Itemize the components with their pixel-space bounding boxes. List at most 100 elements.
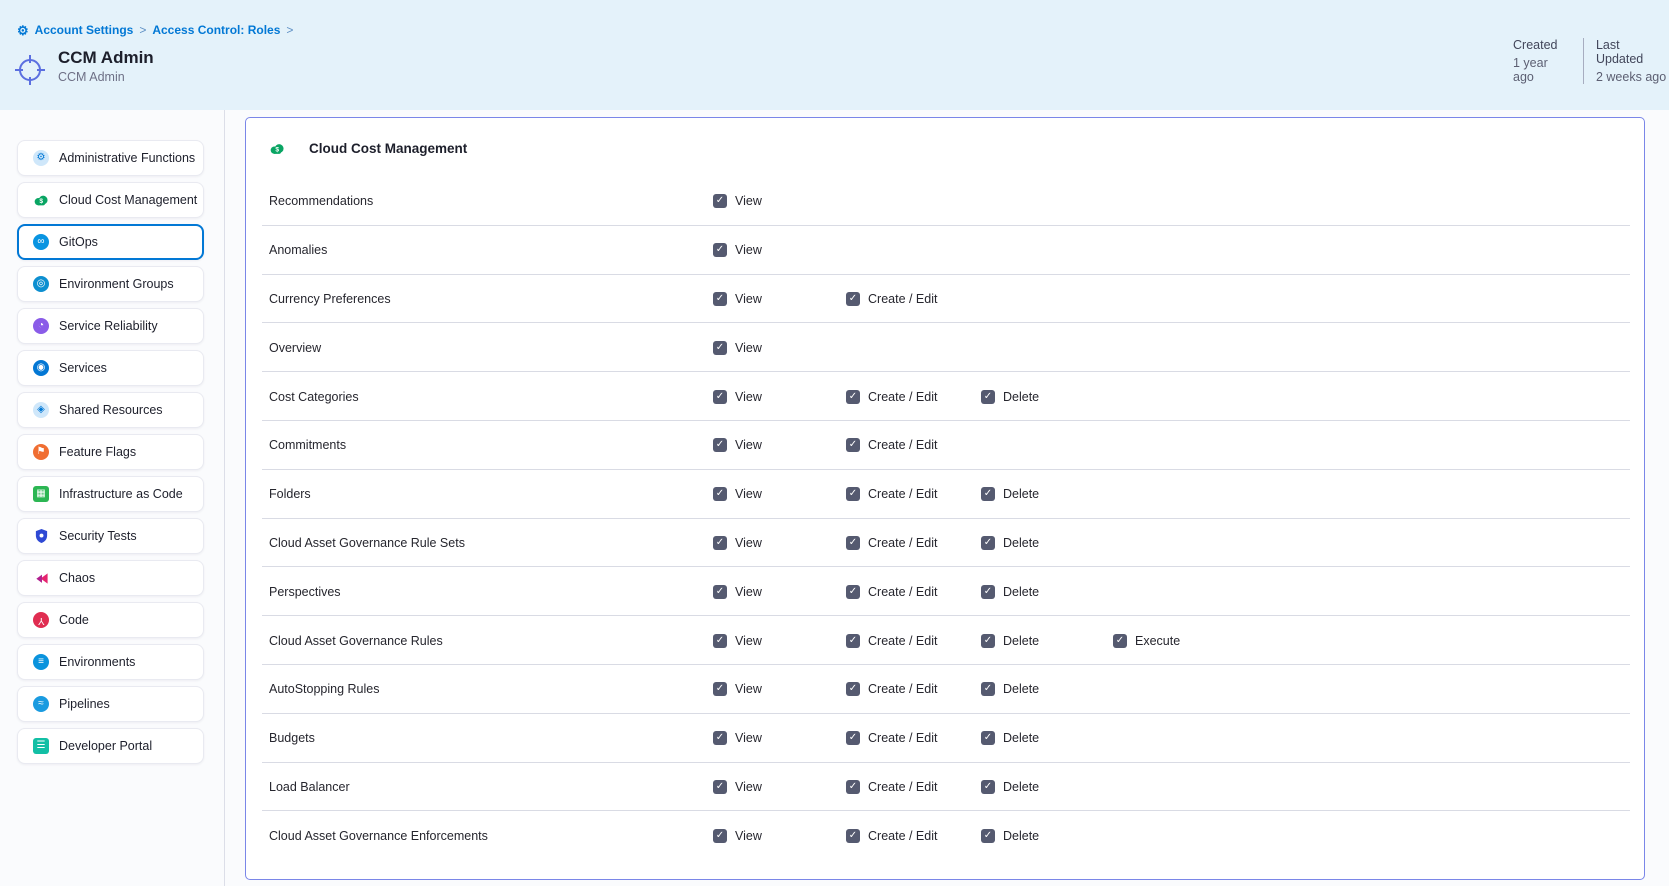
iac-icon: ▦: [33, 486, 49, 502]
sidebar-item-pipelines[interactable]: ≈Pipelines: [17, 686, 204, 722]
checkbox-checked-icon[interactable]: ✓: [713, 682, 727, 696]
checkbox-checked-icon[interactable]: ✓: [846, 731, 860, 745]
checkbox-checked-icon[interactable]: ✓: [713, 536, 727, 550]
checkbox-checked-icon[interactable]: ✓: [713, 829, 727, 843]
permission-label: Create / Edit: [868, 634, 937, 648]
checkbox-checked-icon[interactable]: ✓: [981, 634, 995, 648]
permission-row-autostopping-rules: AutoStopping Rules✓View✓Create / Edit✓De…: [246, 665, 1644, 714]
flag-icon: ⚑: [33, 444, 49, 460]
services-icon: ◉: [33, 360, 49, 376]
permission-label: Create / Edit: [868, 536, 937, 550]
sidebar-item-label: Administrative Functions: [59, 151, 195, 165]
checkbox-checked-icon[interactable]: ✓: [981, 487, 995, 501]
permission-label: Delete: [1003, 780, 1039, 794]
checkbox-checked-icon[interactable]: ✓: [846, 585, 860, 599]
sidebar-item-environments[interactable]: ≡Environments: [17, 644, 204, 680]
resource-name: Currency Preferences: [269, 292, 391, 306]
sidebar-item-cloud-cost-management[interactable]: $Cloud Cost Management: [17, 182, 204, 218]
sidebar-item-code[interactable]: YCode: [17, 602, 204, 638]
permission-label: View: [735, 243, 762, 257]
checkbox-checked-icon[interactable]: ✓: [846, 438, 860, 452]
sidebar-item-label: Services: [59, 361, 107, 375]
sidebar-item-administrative-functions[interactable]: ⚙Administrative Functions: [17, 140, 204, 176]
permission-view: ✓View: [713, 731, 762, 745]
resource-name: Commitments: [269, 438, 346, 452]
sidebar-item-services[interactable]: ◉ Services: [17, 350, 204, 386]
permission-create-edit: ✓Create / Edit: [846, 585, 937, 599]
permission-delete: ✓Delete: [981, 634, 1039, 648]
sidebar-item-label: Service Reliability: [59, 319, 158, 333]
checkbox-checked-icon[interactable]: ✓: [846, 829, 860, 843]
breadcrumb-access-control-roles[interactable]: Access Control: Roles: [152, 23, 280, 37]
sidebar-item-feature-flags[interactable]: ⚑Feature Flags: [17, 434, 204, 470]
gitops-icon: ∞: [33, 234, 49, 250]
checkbox-checked-icon[interactable]: ✓: [981, 731, 995, 745]
resource-name: Budgets: [269, 731, 315, 745]
permission-view: ✓View: [713, 292, 762, 306]
sidebar-item-label: Pipelines: [59, 697, 110, 711]
sidebar-item-developer-portal[interactable]: ☰Developer Portal: [17, 728, 204, 764]
checkbox-checked-icon[interactable]: ✓: [713, 634, 727, 648]
checkbox-checked-icon[interactable]: ✓: [846, 780, 860, 794]
sidebar-item-label: Infrastructure as Code: [59, 487, 183, 501]
checkbox-checked-icon[interactable]: ✓: [981, 390, 995, 404]
checkbox-checked-icon[interactable]: ✓: [713, 487, 727, 501]
resource-name: Cost Categories: [269, 390, 359, 404]
resource-name: Cloud Asset Governance Rules: [269, 634, 443, 648]
checkbox-checked-icon[interactable]: ✓: [981, 536, 995, 550]
last-updated-label: Last Updated: [1596, 38, 1669, 66]
sidebar-item-environment-groups[interactable]: ◎Environment Groups: [17, 266, 204, 302]
permission-delete: ✓Delete: [981, 487, 1039, 501]
role-target-icon: [13, 53, 47, 92]
svg-text:$: $: [39, 198, 43, 205]
permission-execute: ✓Execute: [1113, 634, 1180, 648]
sidebar-item-chaos[interactable]: Chaos: [17, 560, 204, 596]
sidebar-item-service-reliability[interactable]: ◔Service Reliability: [17, 308, 204, 344]
permission-row-load-balancer: Load Balancer✓View✓Create / Edit✓Delete: [246, 763, 1644, 812]
breadcrumb-separator: >: [139, 23, 146, 37]
sidebar-item-gitops[interactable]: ∞ GitOps: [17, 224, 204, 260]
permission-label: View: [735, 487, 762, 501]
checkbox-checked-icon[interactable]: ✓: [713, 341, 727, 355]
sidebar-item-label: GitOps: [59, 235, 98, 249]
checkbox-checked-icon[interactable]: ✓: [846, 390, 860, 404]
developer-portal-icon: ☰: [33, 738, 49, 754]
checkbox-checked-icon[interactable]: ✓: [713, 780, 727, 794]
sidebar-item-infrastructure-as-code[interactable]: ▦ Infrastructure as Code: [17, 476, 204, 512]
checkbox-checked-icon[interactable]: ✓: [846, 536, 860, 550]
sidebar-item-shared-resources[interactable]: ◈Shared Resources: [17, 392, 204, 428]
permission-row-cost-categories: Cost Categories✓View✓Create / Edit✓Delet…: [246, 372, 1644, 421]
permission-delete: ✓Delete: [981, 536, 1039, 550]
checkbox-checked-icon[interactable]: ✓: [846, 634, 860, 648]
cloud-dollar-icon: $: [269, 140, 295, 156]
checkbox-checked-icon[interactable]: ✓: [713, 194, 727, 208]
checkbox-checked-icon[interactable]: ✓: [713, 731, 727, 745]
created-meta: Created 1 year ago: [1513, 38, 1571, 84]
breadcrumb-account-settings[interactable]: Account Settings: [35, 23, 134, 37]
checkbox-checked-icon[interactable]: ✓: [1113, 634, 1127, 648]
checkbox-checked-icon[interactable]: ✓: [846, 292, 860, 306]
permission-label: View: [735, 829, 762, 843]
breadcrumb: ⚙ Account Settings > Access Control: Rol…: [17, 23, 293, 37]
checkbox-checked-icon[interactable]: ✓: [713, 390, 727, 404]
checkbox-checked-icon[interactable]: ✓: [846, 682, 860, 696]
checkbox-checked-icon[interactable]: ✓: [981, 682, 995, 696]
permission-label: View: [735, 341, 762, 355]
permission-create-edit: ✓Create / Edit: [846, 682, 937, 696]
checkbox-checked-icon[interactable]: ✓: [713, 438, 727, 452]
permission-label: Delete: [1003, 682, 1039, 696]
checkbox-checked-icon[interactable]: ✓: [981, 829, 995, 843]
checkbox-checked-icon[interactable]: ✓: [713, 585, 727, 599]
checkbox-checked-icon[interactable]: ✓: [713, 243, 727, 257]
permission-view: ✓ View: [713, 536, 762, 550]
created-label: Created: [1513, 38, 1571, 52]
permission-row-recommendations: Recommendations✓View: [246, 177, 1644, 226]
checkbox-checked-icon[interactable]: ✓: [846, 487, 860, 501]
permission-delete: ✓Delete: [981, 585, 1039, 599]
checkbox-checked-icon[interactable]: ✓: [713, 292, 727, 306]
checkbox-checked-icon[interactable]: ✓: [981, 585, 995, 599]
sidebar-item-label: Shared Resources: [59, 403, 163, 417]
checkbox-checked-icon[interactable]: ✓: [981, 780, 995, 794]
permission-label: View: [735, 536, 762, 550]
sidebar-item-security-tests[interactable]: Security Tests: [17, 518, 204, 554]
